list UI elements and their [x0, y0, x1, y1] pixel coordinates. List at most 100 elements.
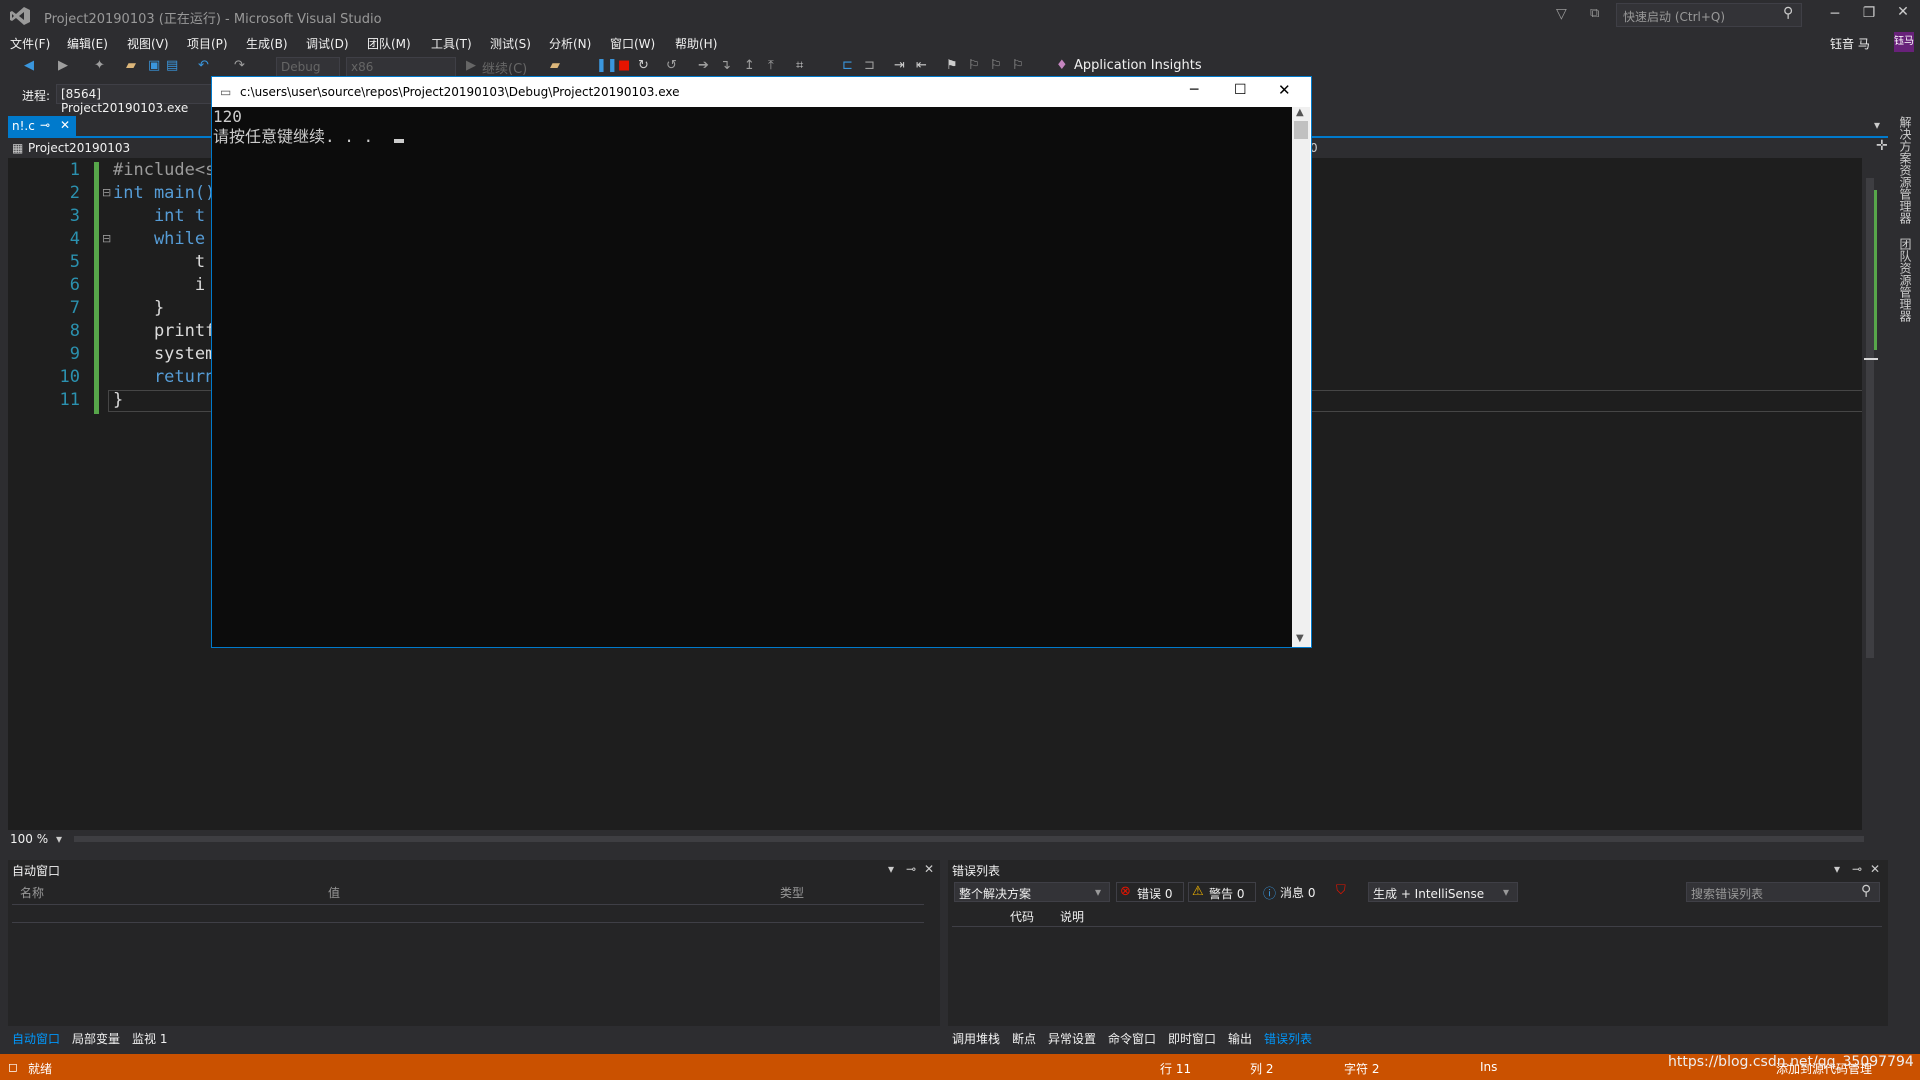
console-maximize-button[interactable]: ☐ — [1234, 82, 1247, 98]
scrollbar-thumb[interactable] — [1866, 178, 1874, 658]
menu-file[interactable]: 文件(F) — [10, 35, 50, 52]
filter-icon[interactable]: ▽ — [1556, 6, 1567, 22]
scroll-down-icon[interactable]: ▼ — [1296, 633, 1304, 644]
quick-launch-input[interactable]: 快速启动 (Ctrl+Q) ⚲ — [1616, 3, 1802, 27]
forward-icon[interactable]: ▶ — [58, 58, 68, 73]
minimize-button[interactable]: ─ — [1820, 6, 1850, 22]
close-panel-icon[interactable]: ✕ — [1870, 862, 1880, 876]
scope-select[interactable]: 整个解决方案 ▾ — [954, 882, 1110, 902]
undo-icon[interactable]: ↶ — [198, 58, 209, 73]
project-nav[interactable]: Project20190103 — [28, 141, 130, 155]
restart-icon[interactable]: ↻ — [638, 58, 649, 73]
console-minimize-button[interactable]: ─ — [1190, 82, 1198, 98]
tab-command-window[interactable]: 命令窗口 — [1108, 1030, 1156, 1047]
pin-icon[interactable]: ⊸ — [40, 118, 50, 132]
step-into-icon[interactable]: ➔ — [698, 58, 709, 73]
menu-tools[interactable]: 工具(T) — [431, 35, 472, 52]
tab-overflow-icon[interactable]: ▾ — [1874, 118, 1880, 132]
menu-debug[interactable]: 调试(D) — [306, 35, 349, 52]
clear-bookmark-icon[interactable]: ⚐ — [1012, 58, 1024, 73]
close-button[interactable]: ✕ — [1888, 4, 1918, 20]
open-file-icon[interactable]: ▰ — [126, 58, 136, 73]
console-output[interactable]: 120 请按任意键继续. . . — [212, 107, 1292, 647]
tab-error-list[interactable]: 错误列表 — [1264, 1030, 1312, 1047]
save-all-icon[interactable]: ▤ — [166, 58, 178, 73]
platform-select[interactable]: x86 — [346, 57, 456, 77]
console-window[interactable]: ▭ c:\users\user\source\repos\Project2019… — [211, 76, 1312, 648]
tab-locals[interactable]: 局部变量 — [72, 1030, 120, 1047]
collapse-icon[interactable]: ⊟ — [102, 186, 111, 199]
horizontal-scrollbar[interactable] — [74, 836, 1864, 842]
prev-bookmark-icon[interactable]: ⚐ — [968, 58, 980, 73]
menu-window[interactable]: 窗口(W) — [610, 35, 655, 52]
menu-view[interactable]: 视图(V) — [127, 35, 169, 52]
close-tab-icon[interactable]: ✕ — [60, 118, 70, 132]
continue-button[interactable]: 继续(C) — [482, 58, 527, 77]
back-icon[interactable]: ◀ — [24, 58, 34, 73]
close-panel-icon[interactable]: ✕ — [924, 862, 934, 876]
warnings-filter-button[interactable]: ⚠ 警告 0 — [1188, 882, 1256, 902]
menu-team[interactable]: 团队(M) — [367, 35, 411, 52]
col-name[interactable]: 名称 — [20, 884, 44, 901]
menu-edit[interactable]: 编辑(E) — [67, 35, 108, 52]
table-row[interactable] — [12, 904, 924, 923]
tab-breakpoints[interactable]: 断点 — [1012, 1030, 1036, 1047]
zoom-dropdown-icon[interactable]: ▾ — [56, 832, 62, 846]
tab-source-file[interactable]: n!.c ⊸ ✕ — [8, 116, 76, 136]
menu-test[interactable]: 测试(S) — [490, 35, 531, 52]
step-over-icon[interactable]: ↴ — [720, 58, 731, 73]
menu-analyze[interactable]: 分析(N) — [549, 35, 591, 52]
tab-output[interactable]: 输出 — [1228, 1030, 1252, 1047]
indent-icon[interactable]: ⇥ — [894, 58, 905, 73]
side-tab-team-explorer[interactable]: 团队资源管理器 — [1898, 238, 1912, 322]
pause-icon[interactable]: ❚❚ — [596, 58, 618, 73]
continue-icon[interactable]: ▶ — [466, 58, 476, 73]
comment-icon[interactable]: ⊏ — [842, 58, 853, 73]
panel-dropdown-icon[interactable]: ▾ — [1834, 862, 1840, 876]
tab-exception-settings[interactable]: 异常设置 — [1048, 1030, 1096, 1047]
next-bookmark-icon[interactable]: ⚐ — [990, 58, 1002, 73]
tab-autos[interactable]: 自动窗口 — [12, 1030, 60, 1047]
errors-filter-button[interactable]: ⊗ 错误 0 — [1116, 882, 1184, 902]
new-project-icon[interactable]: ✦ — [94, 58, 105, 73]
build-filter-select[interactable]: 生成 + IntelliSense ▾ — [1368, 882, 1518, 902]
app-insights-button[interactable]: Application Insights — [1074, 58, 1202, 73]
error-search-input[interactable]: 搜索错误列表 ⚲ — [1686, 882, 1880, 902]
editor-scrollbar[interactable] — [1862, 158, 1878, 830]
tab-watch[interactable]: 监视 1 — [132, 1030, 167, 1047]
split-icon[interactable]: ✛ — [1876, 138, 1888, 154]
bookmark-icon[interactable]: ⚑ — [946, 58, 958, 73]
console-scroll-thumb[interactable] — [1294, 121, 1308, 139]
console-close-button[interactable]: ✕ — [1278, 81, 1291, 99]
build-filter-icon[interactable]: ⛉ — [1336, 883, 1346, 898]
config-select[interactable]: Debug — [276, 57, 340, 77]
menu-build[interactable]: 生成(B) — [246, 35, 288, 52]
stop-icon[interactable]: ■ — [618, 58, 630, 73]
user-avatar[interactable]: 钰马 — [1894, 32, 1914, 52]
col-value[interactable]: 值 — [328, 884, 340, 901]
zoom-level[interactable]: 100 % — [10, 832, 48, 846]
uncomment-icon[interactable]: ⊐ — [864, 58, 875, 73]
step-back-icon[interactable]: ⤒ — [768, 58, 774, 73]
pin-icon[interactable]: ⊸ — [1852, 862, 1862, 876]
process-select[interactable]: [8564] Project20190103.exe — [56, 84, 218, 115]
restore-button[interactable]: ❐ — [1854, 5, 1884, 21]
panel-dropdown-icon[interactable]: ▾ — [888, 862, 894, 876]
messages-filter-button[interactable]: ⓘ 消息 0 — [1260, 882, 1324, 902]
hex-icon[interactable]: ⌗ — [796, 58, 803, 73]
side-tab-solution-explorer[interactable]: 解决方案资源管理器 — [1898, 116, 1912, 224]
console-scrollbar[interactable]: ▲ ▼ — [1292, 107, 1310, 647]
col-code[interactable]: 代码 — [1010, 908, 1034, 925]
redo-icon[interactable]: ↷ — [234, 58, 245, 73]
menu-help[interactable]: 帮助(H) — [675, 35, 717, 52]
col-description[interactable]: 说明 — [1060, 908, 1084, 925]
process-icon[interactable]: ▰ — [550, 58, 560, 73]
feedback-icon[interactable]: ⧉ — [1590, 6, 1599, 21]
user-name[interactable]: 钰音 马 — [1830, 35, 1870, 52]
tab-call-stack[interactable]: 调用堆栈 — [952, 1030, 1000, 1047]
save-icon[interactable]: ▣ — [148, 58, 160, 73]
step-out-icon[interactable]: ↥ — [744, 58, 755, 73]
menu-project[interactable]: 项目(P) — [187, 35, 228, 52]
pin-icon[interactable]: ⊸ — [906, 862, 916, 876]
outdent-icon[interactable]: ⇤ — [916, 58, 927, 73]
